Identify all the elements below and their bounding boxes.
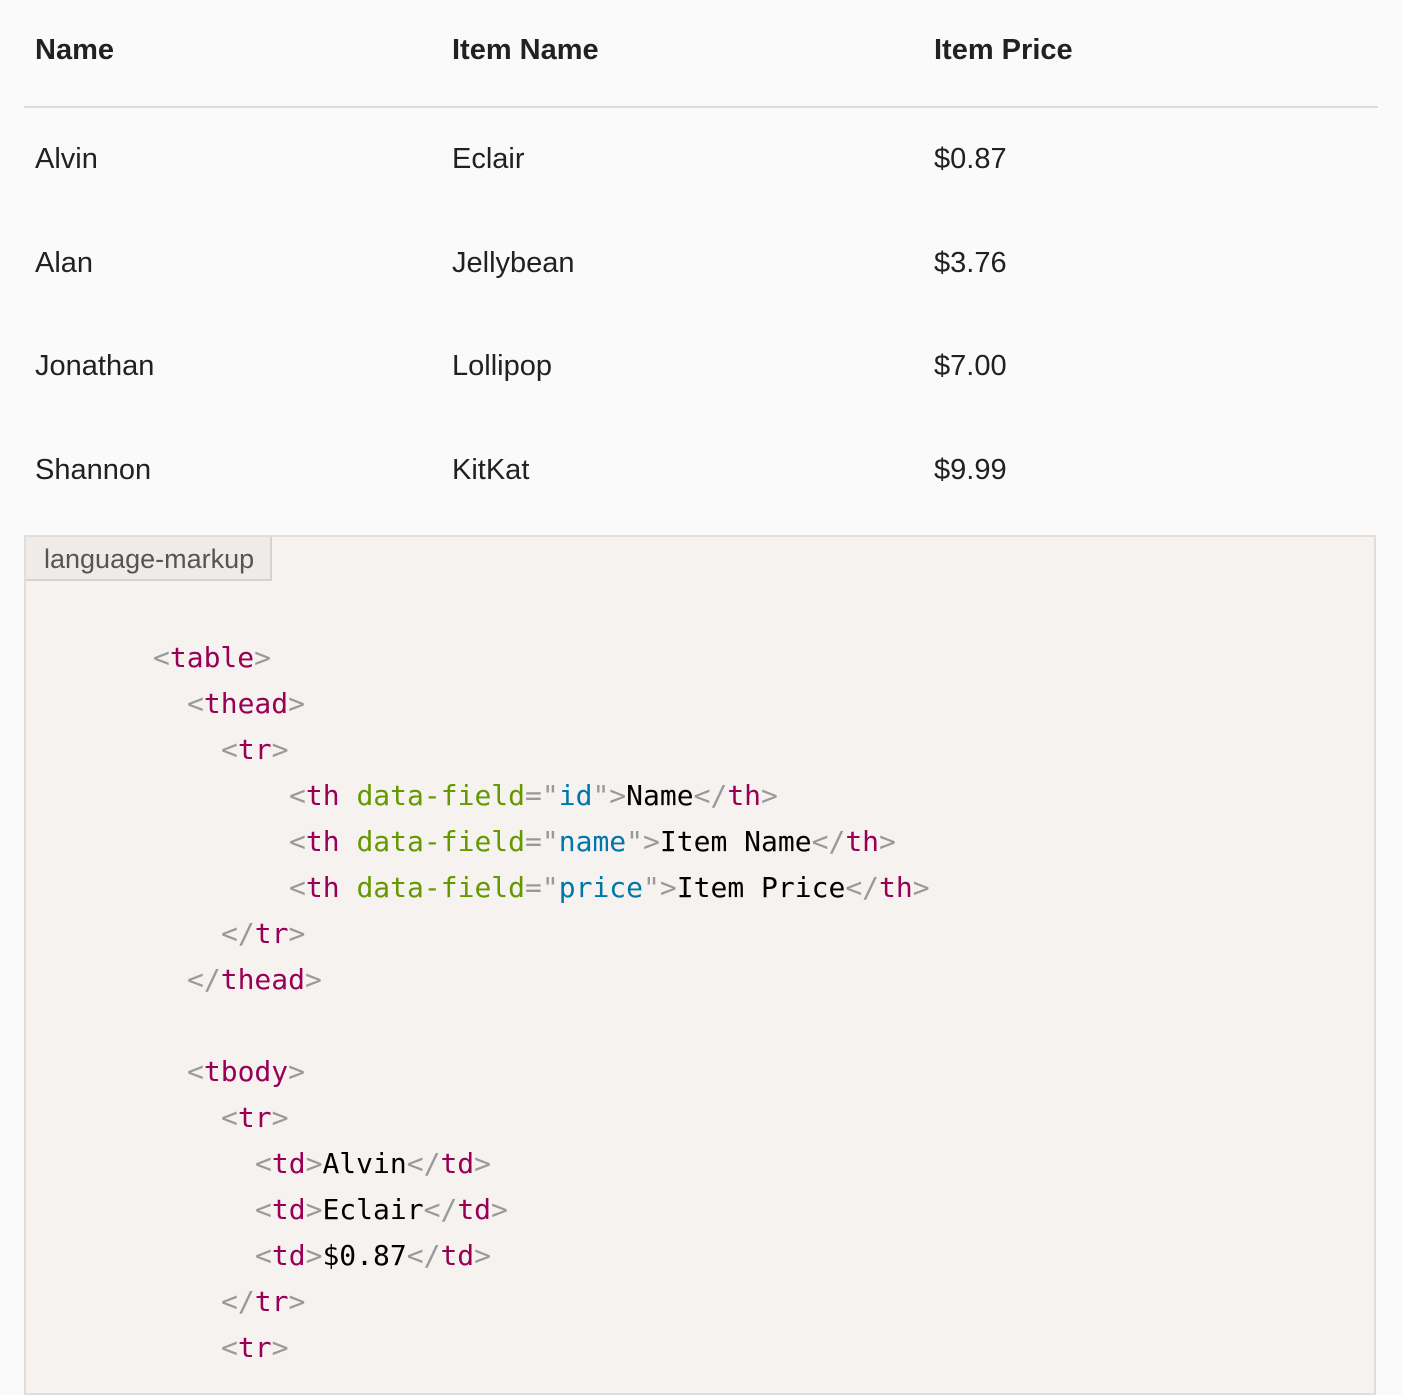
code-tag: th	[305, 779, 340, 812]
code-punctuation: <	[187, 687, 204, 720]
cell-item-price: $3.76	[934, 246, 1007, 279]
column-header-item-price[interactable]: Item Price	[923, 0, 1378, 108]
cell-item-price: $9.99	[934, 453, 1007, 486]
cell-item-name: Eclair	[452, 143, 525, 176]
table-header-row: Name Item Name Item Price	[24, 0, 1378, 108]
code-line: <td>Alvin</td>	[255, 1147, 492, 1180]
code-punctuation: <	[221, 1331, 238, 1364]
code-tag: td	[440, 1239, 475, 1272]
code-attr-name: data-field	[356, 779, 526, 812]
table-row: Alan Jellybean $3.76	[24, 212, 1378, 316]
code-text: Name	[626, 779, 694, 812]
code-tag: tr	[237, 1331, 272, 1364]
code-text: $0.87	[322, 1239, 407, 1272]
code-line: <tbody>	[187, 1049, 305, 1095]
cell-name: Alvin	[35, 143, 98, 176]
code-line: </tr>	[221, 1279, 305, 1325]
column-header-item-name[interactable]: Item Name	[441, 0, 923, 108]
code-punctuation: <	[221, 733, 238, 766]
code-tag: td	[457, 1193, 492, 1226]
code-punctuation: >	[288, 1055, 306, 1088]
cell-item-name: KitKat	[452, 453, 530, 486]
code-tag: thead	[220, 963, 306, 996]
code-punctuation: >	[271, 1101, 289, 1134]
code-line: </tr>	[221, 911, 305, 957]
code-block[interactable]: language-markup <table> <thead> <tr> <th…	[24, 535, 1376, 1395]
code-line: <tr>	[221, 1325, 288, 1371]
code-tag: tr	[254, 917, 289, 950]
code-punctuation: >	[288, 1285, 306, 1318]
cell-item-name: Jellybean	[452, 246, 575, 279]
code-tag: th	[727, 779, 762, 812]
cell-item-price: $7.00	[934, 350, 1007, 383]
code-attr-value: name	[558, 825, 627, 858]
code-punctuation: <	[289, 825, 306, 858]
code-line: <th data-field="name">Item Name</th>	[289, 825, 896, 858]
code-attr-name: data-field	[356, 825, 526, 858]
code-line: <th data-field="price">Item Price</th>	[289, 871, 930, 904]
code-tag: th	[305, 825, 340, 858]
code-line: <thead>	[187, 681, 305, 727]
code-tag: thead	[203, 687, 289, 720]
code-punctuation: >	[288, 917, 306, 950]
code-tag: td	[271, 1239, 306, 1272]
code-tag: tr	[254, 1285, 289, 1318]
code-line: <tr>	[221, 727, 288, 773]
code-punctuation: >	[271, 1331, 289, 1364]
code-punctuation: </	[221, 1285, 255, 1318]
code-tag: td	[271, 1147, 306, 1180]
code-line: </thead>	[187, 957, 322, 1003]
code-tag: th	[305, 871, 340, 904]
code-line: <th data-field="id">Name</th>	[289, 779, 778, 812]
code-tag: tr	[237, 733, 272, 766]
code-line: <tr>	[221, 1095, 288, 1141]
code-text: Alvin	[322, 1147, 407, 1180]
cell-name: Jonathan	[35, 350, 155, 383]
code-punctuation: >	[305, 963, 322, 996]
code-punctuation: >	[288, 687, 306, 720]
code-line: <table>	[153, 635, 271, 681]
code-attr-name: data-field	[356, 871, 526, 904]
code-tag: th	[845, 825, 880, 858]
code-tag: td	[440, 1147, 475, 1180]
code-punctuation: <	[187, 1055, 204, 1088]
code-punctuation: </	[187, 963, 221, 996]
language-label: language-markup	[26, 537, 272, 581]
cell-name: Alan	[35, 246, 94, 279]
code-attr-value: id	[558, 779, 593, 812]
code-tag: th	[879, 871, 913, 904]
code-tag: tr	[237, 1101, 272, 1134]
code-punctuation: </	[221, 917, 255, 950]
code-text: Item Price	[676, 871, 846, 904]
code-attr-value: price	[558, 871, 644, 904]
code-punctuation: >	[271, 733, 289, 766]
column-header-name[interactable]: Name	[24, 0, 441, 108]
cell-item-price: $0.87	[934, 143, 1007, 176]
code-punctuation: <	[289, 779, 306, 812]
cell-name: Shannon	[35, 453, 152, 486]
code-text: Eclair	[322, 1193, 424, 1226]
page: Name Item Name Item Price Alvin Eclair $…	[0, 0, 1402, 1395]
code-punctuation: <	[221, 1101, 238, 1134]
code-punctuation: <	[289, 871, 306, 904]
code-tag: table	[169, 641, 255, 674]
table-row: Shannon KitKat $9.99	[24, 419, 1378, 523]
code-punctuation: <	[153, 641, 170, 674]
code-text: Item Name	[659, 825, 812, 858]
code-punctuation: >	[254, 641, 272, 674]
cell-item-name: Lollipop	[452, 350, 552, 383]
code-line: <td>$0.87</td>	[255, 1239, 492, 1272]
code-tag: tbody	[203, 1055, 289, 1088]
data-table: Name Item Name Item Price Alvin Eclair $…	[24, 0, 1378, 522]
code-tag: td	[271, 1193, 306, 1226]
table-row: Alvin Eclair $0.87	[24, 107, 1378, 212]
table-row: Jonathan Lollipop $7.00	[24, 315, 1378, 419]
code-line: <td>Eclair</td>	[255, 1193, 508, 1226]
